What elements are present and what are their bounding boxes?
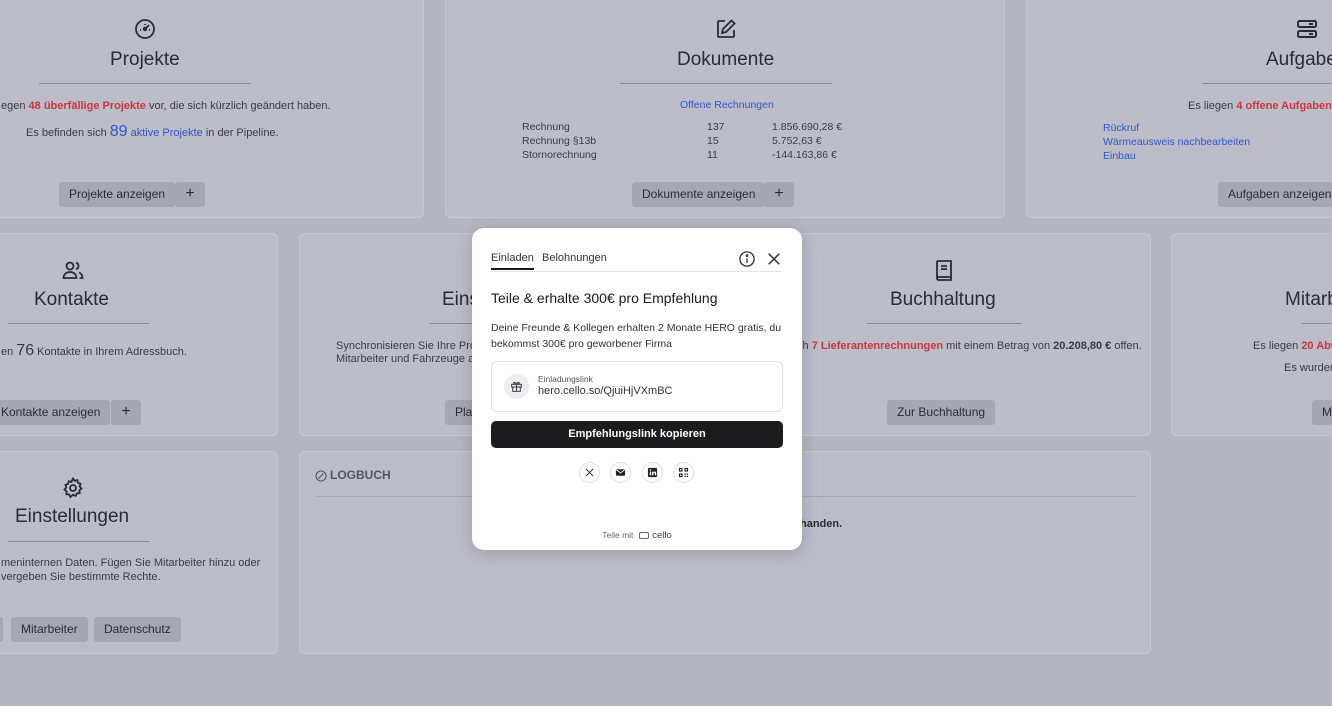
- modal-description: Deine Freunde & Kollegen erhalten 2 Mona…: [491, 322, 782, 350]
- supplier-invoices-text: ch 7 Lieferantenrechnungen mit einem Bet…: [797, 340, 1142, 352]
- show-contacts-button[interactable]: Kontakte anzeigen: [0, 400, 111, 425]
- divider: [8, 541, 149, 542]
- open-tasks-count[interactable]: 4 offene Aufgaben: [1236, 100, 1332, 112]
- tab-invite[interactable]: Einladen: [491, 252, 534, 270]
- add-document-button[interactable]: +: [764, 182, 794, 207]
- card-title: Mitarb: [1285, 289, 1332, 310]
- logbook-empty-text: handen.: [800, 518, 843, 530]
- card-aufgaben: Aufgabe Es liegen 4 offene Aufgaben v Rü…: [1026, 0, 1332, 218]
- card-title: Buchhaltung: [890, 289, 996, 310]
- contacts-count-text: en 76 Kontakte in Ihrem Adressbuch.: [1, 342, 187, 359]
- task-link[interactable]: Rückruf: [1103, 122, 1139, 134]
- overdue-projects-text: egen 48 überfällige Projekte vor, die si…: [1, 100, 331, 112]
- card-projekte: Projekte egen 48 überfällige Projekte vo…: [0, 0, 424, 218]
- settings-text: vergeben Sie bestimmte Rechte.: [1, 571, 161, 583]
- card-title: Einstellungen: [15, 506, 130, 527]
- referral-modal: Einladen Belohnungen Teile & erhalte 300…: [472, 228, 802, 550]
- modal-footer: Teile mit cello: [602, 530, 672, 541]
- copy-referral-link-button[interactable]: Empfehlungslink kopieren: [491, 421, 783, 448]
- mail-icon[interactable]: [610, 462, 631, 483]
- cello-logo-icon: [638, 532, 649, 540]
- supplier-invoices-count[interactable]: 7 Lieferantenrechnungen: [812, 340, 943, 352]
- table-row[interactable]: Stornorechnung 11 -144.163,86 €: [522, 149, 842, 161]
- privacy-button[interactable]: Datenschutz: [94, 617, 181, 642]
- planning-text: Synchronisieren Sie Ihre Proje: [336, 340, 485, 352]
- card-einstellungen: Einstellungen meninternen Daten. Fügen S…: [0, 451, 278, 654]
- open-invoices-link[interactable]: Offene Rechnungen: [680, 99, 774, 111]
- users-icon: [61, 258, 85, 282]
- divider: [39, 83, 251, 84]
- contacts-count: 76: [16, 342, 35, 359]
- tasks-icon: [1295, 17, 1319, 41]
- show-documents-button[interactable]: Dokumente anzeigen: [632, 182, 766, 207]
- card-mitarbeiter: Mitarb Es liegen 20 Abw Es wurden M: [1171, 233, 1332, 436]
- settings-text: meninternen Daten. Fügen Sie Mitarbeiter…: [1, 557, 261, 569]
- cello-brand[interactable]: cello: [652, 530, 672, 541]
- linkedin-icon[interactable]: [642, 462, 663, 483]
- book-icon: [932, 258, 956, 282]
- info-icon[interactable]: [738, 250, 756, 268]
- edit-icon: [714, 17, 738, 41]
- logbook-icon: [315, 469, 327, 482]
- divider: [867, 323, 1022, 324]
- task-link[interactable]: Einbau: [1103, 150, 1136, 162]
- open-tasks-text: Es liegen 4 offene Aufgaben v: [1188, 100, 1332, 112]
- employees-text: Es wurden: [1284, 362, 1332, 374]
- card-einsatzplanung: Eins Synchronisieren Sie Ihre Proje Mita…: [299, 233, 489, 436]
- planning-text: Mitarbeiter und Fahrzeuge au: [336, 353, 481, 365]
- gear-icon: [61, 476, 85, 500]
- show-projects-button[interactable]: Projekte anzeigen: [59, 182, 176, 207]
- divider: [1202, 83, 1332, 84]
- card-title: Aufgabe: [1266, 49, 1332, 70]
- tab-divider: [491, 271, 782, 272]
- invite-link-label: Einladungslink: [538, 374, 593, 384]
- absences-count[interactable]: 20 Abw: [1301, 340, 1332, 352]
- logbook-title: LOGBUCH: [330, 468, 391, 482]
- settings-button-partial[interactable]: [0, 617, 3, 642]
- card-buchhaltung: Buchhaltung ch 7 Lieferantenrechnungen m…: [790, 233, 1151, 436]
- absences-text: Es liegen 20 Abw: [1253, 340, 1332, 352]
- table-row[interactable]: Rechnung 137 1.856.690,28 €: [522, 121, 842, 133]
- active-projects-count[interactable]: 89: [110, 123, 128, 140]
- active-projects-link[interactable]: aktive Projekte: [128, 127, 203, 139]
- overdue-projects-count[interactable]: 48 überfällige Projekte: [29, 100, 146, 112]
- go-to-accounting-button[interactable]: Zur Buchhaltung: [887, 400, 996, 425]
- table-row[interactable]: Rechnung §13b 15 5.752,63 €: [522, 135, 842, 147]
- divider: [620, 83, 832, 84]
- task-link[interactable]: Wärmeausweis nachbearbeiten: [1103, 136, 1250, 148]
- card-kontakte: Kontakte en 76 Kontakte in Ihrem Adressb…: [0, 233, 278, 436]
- card-dokumente: Dokumente Offene Rechnungen Rechnung 137 1…: [445, 0, 1005, 218]
- active-projects-text: Es befinden sich 89 aktive Projekte in d…: [26, 123, 279, 140]
- gift-icon: [504, 374, 529, 399]
- employees-button[interactable]: M: [1312, 400, 1332, 425]
- invite-link-box[interactable]: Einladungslink hero.cello.so/QjuiHjVXmBC: [491, 361, 783, 412]
- add-contact-button[interactable]: +: [111, 400, 141, 425]
- card-title: Kontakte: [34, 289, 109, 310]
- gauge-icon: [133, 17, 157, 41]
- employees-settings-button[interactable]: Mitarbeiter: [11, 617, 88, 642]
- card-title: Projekte: [110, 49, 180, 70]
- divider: [1302, 323, 1332, 324]
- invite-link-value[interactable]: hero.cello.so/QjuiHjVXmBC: [538, 385, 673, 397]
- x-icon[interactable]: [579, 462, 600, 483]
- add-project-button[interactable]: +: [175, 182, 205, 207]
- show-tasks-button[interactable]: Aufgaben anzeigen: [1218, 182, 1332, 207]
- modal-heading: Teile & erhalte 300€ pro Empfehlung: [491, 290, 718, 306]
- divider: [8, 323, 149, 324]
- qr-code-icon[interactable]: [673, 462, 694, 483]
- card-title: Dokumente: [677, 49, 775, 70]
- tab-rewards[interactable]: Belohnungen: [542, 252, 607, 264]
- close-icon[interactable]: [765, 250, 783, 268]
